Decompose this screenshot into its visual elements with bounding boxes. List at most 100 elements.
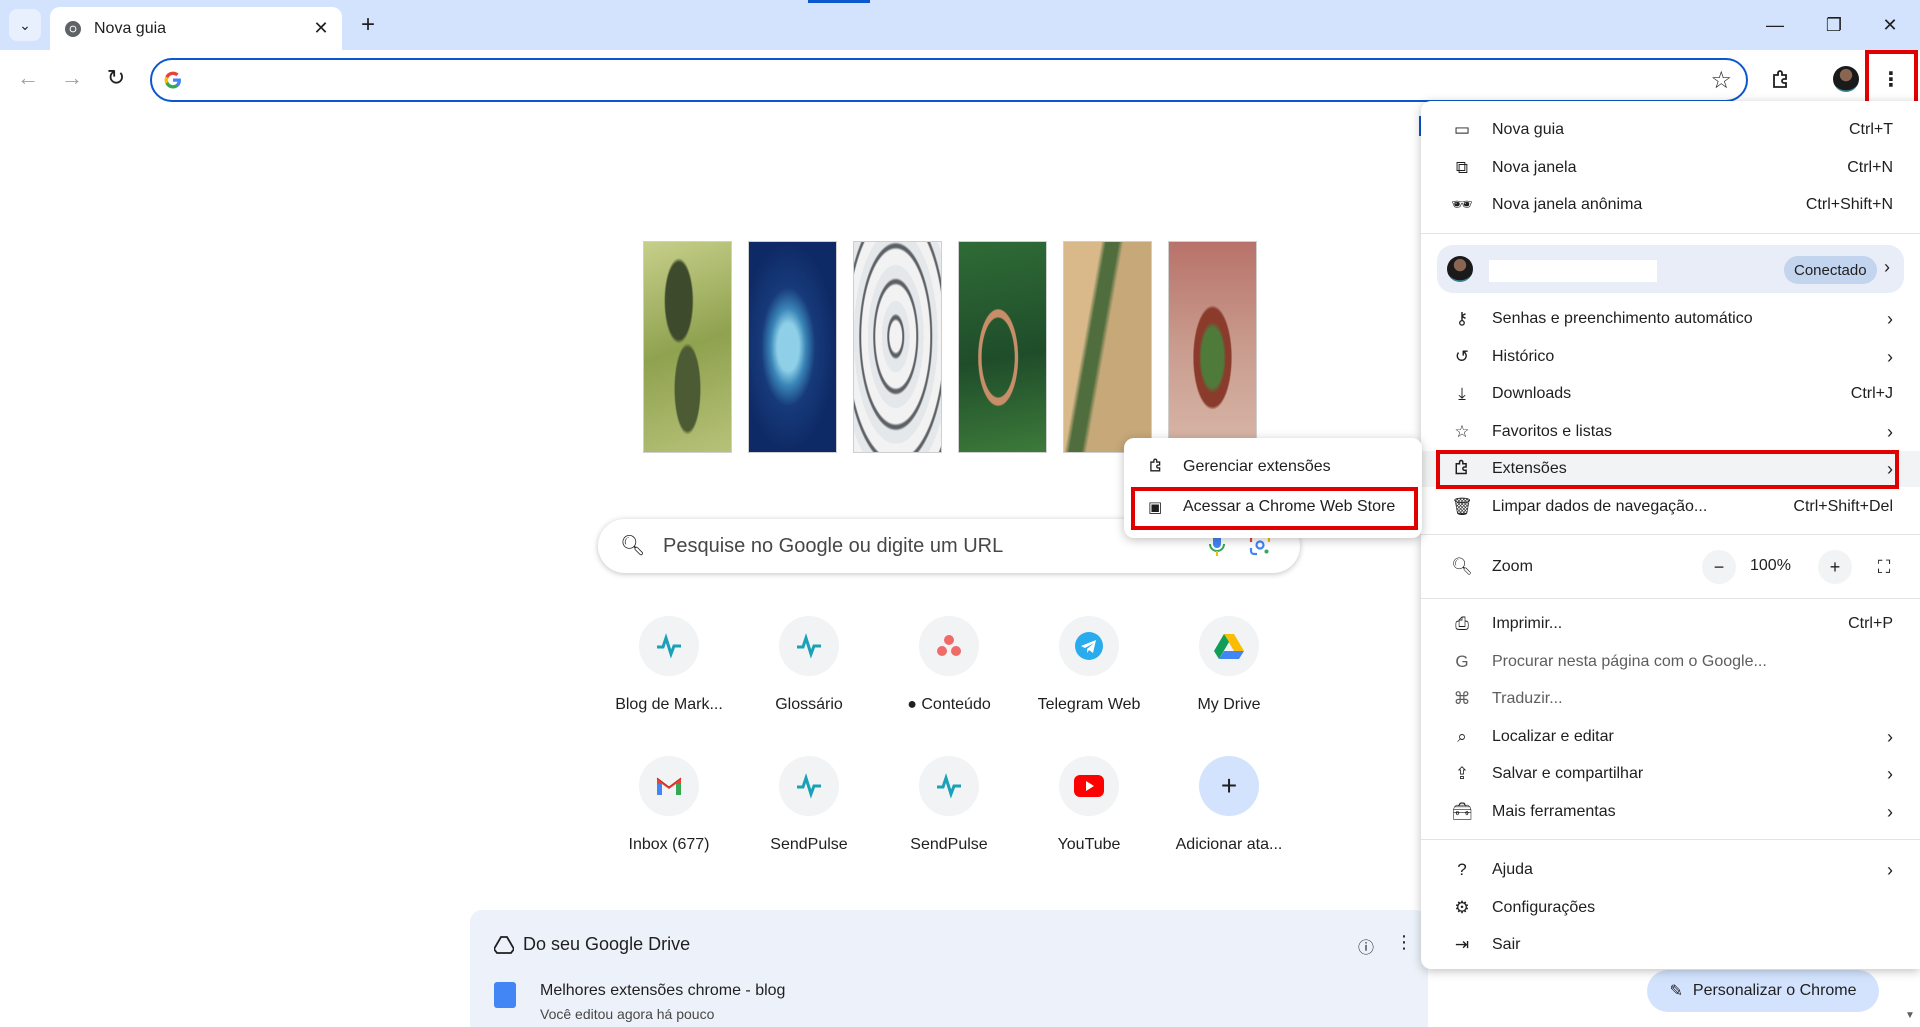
menu-item-label: Downloads <box>1492 385 1572 402</box>
reload-button[interactable]: ↻ <box>96 58 136 98</box>
shortcut-tile[interactable]: ● Conteúdo <box>883 616 1015 726</box>
docs-icon <box>494 982 516 1008</box>
menu-item-mais-ferramentas[interactable]: 🧰︎ Mais ferramentas › <box>1421 794 1920 830</box>
shortcut-label: ● Conteúdo <box>907 696 991 713</box>
menu-item-limpar-dados[interactable]: 🗑︎ Limpar dados de navegação... Ctrl+Shi… <box>1421 489 1920 525</box>
menu-item-label: Traduzir... <box>1492 690 1563 707</box>
tab-nova-guia[interactable]: Nova guia ✕ <box>50 7 342 50</box>
pencil-icon: ✎ <box>1669 983 1683 1000</box>
profile-name-redacted <box>1489 260 1657 282</box>
menu-item-imprimir[interactable]: ⎙ Imprimir... Ctrl+P <box>1421 606 1920 642</box>
shortcut-tile[interactable]: SendPulse <box>743 756 875 866</box>
star-icon: ☆ <box>1454 422 1470 441</box>
add-shortcut-tile[interactable]: + Adicionar ata... <box>1163 756 1295 866</box>
google-doodle[interactable] <box>643 241 1257 453</box>
zoom-icon: 🔍︎ <box>1451 557 1473 576</box>
highlight-web-store <box>1131 487 1418 530</box>
menu-item-sair[interactable]: ⇥ Sair <box>1421 927 1920 963</box>
restore-button[interactable]: ❐ <box>1802 0 1866 50</box>
sendpulse-icon <box>639 616 699 676</box>
doodle-tile <box>643 241 732 453</box>
minimize-button[interactable]: — <box>1743 0 1807 50</box>
tab-indicator <box>808 0 870 3</box>
avatar <box>1833 66 1859 92</box>
menu-item-zoom: 🔍︎ Zoom − 100% + ⛶ <box>1421 547 1920 587</box>
menu-item-label: Imprimir... <box>1492 615 1563 632</box>
trash-icon: 🗑︎ <box>1451 497 1473 516</box>
address-bar[interactable]: ☆ <box>150 58 1748 102</box>
menu-item-shortcut: Ctrl+Shift+Del <box>1793 498 1893 515</box>
menu-item-shortcut: Ctrl+Shift+N <box>1805 196 1893 213</box>
menu-item-nova-guia[interactable]: ▭ Nova guia Ctrl+T <box>1421 112 1920 148</box>
restore-icon: ❐ <box>1825 14 1843 35</box>
menu-item-label: Zoom <box>1492 558 1533 575</box>
shortcut-tile[interactable]: Telegram Web <box>1023 616 1155 726</box>
fullscreen-icon[interactable]: ⛶ <box>1867 550 1901 584</box>
shortcut-label: SendPulse <box>770 836 848 853</box>
more-vertical-icon[interactable]: ⋮ <box>1395 932 1413 953</box>
zoom-in-button[interactable]: + <box>1818 550 1852 584</box>
profile-status-badge: Conectado <box>1784 256 1877 284</box>
menu-item-label: Localizar e editar <box>1492 728 1614 745</box>
google-drive-card: Do seu Google Drive ⓘ ⋮ Melhores extensõ… <box>470 910 1428 1027</box>
shortcut-tile[interactable]: Glossário <box>743 616 875 726</box>
menu-item-nova-janela[interactable]: ⧉ Nova janela Ctrl+N <box>1421 150 1920 186</box>
close-window-button[interactable]: ✕ <box>1858 0 1920 50</box>
customize-chrome-button[interactable]: ✎ Personalizar o Chrome <box>1647 970 1879 1012</box>
reload-icon: ↻ <box>106 65 126 90</box>
shortcut-tile[interactable]: Inbox (677) <box>603 756 735 866</box>
zoom-out-button[interactable]: − <box>1702 550 1736 584</box>
info-icon[interactable]: ⓘ <box>1358 934 1374 958</box>
menu-item-shortcut: Ctrl+N <box>1847 159 1893 176</box>
menu-item-shortcut: Ctrl+T <box>1849 121 1893 138</box>
google-icon <box>164 71 181 89</box>
gmail-icon <box>639 756 699 816</box>
menu-item-anonima[interactable]: 🕶︎ Nova janela anônima Ctrl+Shift+N <box>1421 187 1920 223</box>
back-button[interactable]: ← <box>8 58 48 98</box>
menu-item-configuracoes[interactable]: ⚙ Configurações <box>1421 890 1920 926</box>
settings-icon: ⚙ <box>1454 898 1470 917</box>
new-tab-button[interactable]: + <box>352 9 384 41</box>
scroll-down-arrow-icon[interactable]: ▼ <box>1905 1010 1915 1021</box>
shortcut-label: YouTube <box>1057 836 1121 853</box>
close-tab-icon[interactable]: ✕ <box>310 18 332 39</box>
profile-button[interactable] <box>1829 62 1863 96</box>
search-icon: 🔍︎ <box>620 535 646 557</box>
shortcut-tile[interactable]: SendPulse <box>883 756 1015 866</box>
menu-item-traduzir[interactable]: ⌘ Traduzir... <box>1421 681 1920 717</box>
history-icon: ↺ <box>1454 347 1470 366</box>
menu-item-localizar[interactable]: ⌕ Localizar e editar › <box>1421 719 1920 755</box>
drive-doc-name[interactable]: Melhores extensões chrome - blog <box>540 982 785 1000</box>
menu-item-historico[interactable]: ↺ Histórico › <box>1421 339 1920 375</box>
exit-icon: ⇥ <box>1454 935 1470 954</box>
chevron-right-icon: › <box>1884 257 1890 277</box>
extensions-icon <box>1148 457 1164 477</box>
plus-icon: + <box>1199 756 1259 816</box>
tab-search-button[interactable]: ⌄ <box>9 9 41 41</box>
menu-item-ajuda[interactable]: ? Ajuda › <box>1421 852 1920 888</box>
toolbox-icon: 🧰︎ <box>1451 802 1473 821</box>
shortcut-label: My Drive <box>1197 696 1261 713</box>
highlight-menu-button <box>1865 50 1918 108</box>
menu-item-label: Mais ferramentas <box>1492 803 1616 820</box>
bookmark-star-icon[interactable]: ☆ <box>1710 66 1732 95</box>
shortcut-label: Glossário <box>775 696 843 713</box>
print-icon: ⎙ <box>1455 614 1469 633</box>
shortcut-tile[interactable]: YouTube <box>1023 756 1155 866</box>
asana-icon <box>919 616 979 676</box>
shortcut-label: Inbox (677) <box>628 836 710 853</box>
menu-profile-row[interactable]: Conectado › <box>1437 245 1904 293</box>
shortcut-tile[interactable]: My Drive <box>1163 616 1295 726</box>
help-icon: ? <box>1457 860 1467 879</box>
menu-item-salvar-compartilhar[interactable]: ⇪ Salvar e compartilhar › <box>1421 756 1920 792</box>
menu-item-favoritos[interactable]: ☆ Favoritos e listas › <box>1421 414 1920 450</box>
menu-item-senhas[interactable]: ⚷ Senhas e preenchimento automático › <box>1421 301 1920 337</box>
shortcut-tile[interactable]: Blog de Mark... <box>603 616 735 726</box>
menu-divider <box>1421 233 1920 234</box>
extensions-button[interactable] <box>1764 62 1798 96</box>
submenu-item-gerenciar[interactable]: Gerenciar extensões <box>1124 449 1422 485</box>
menu-item-downloads[interactable]: ⤓ Downloads Ctrl+J <box>1421 376 1920 412</box>
forward-button[interactable]: → <box>52 58 92 98</box>
menu-item-label: Nova janela anônima <box>1492 196 1643 213</box>
menu-item-procurar-google[interactable]: G Procurar nesta página com o Google... <box>1421 644 1920 680</box>
